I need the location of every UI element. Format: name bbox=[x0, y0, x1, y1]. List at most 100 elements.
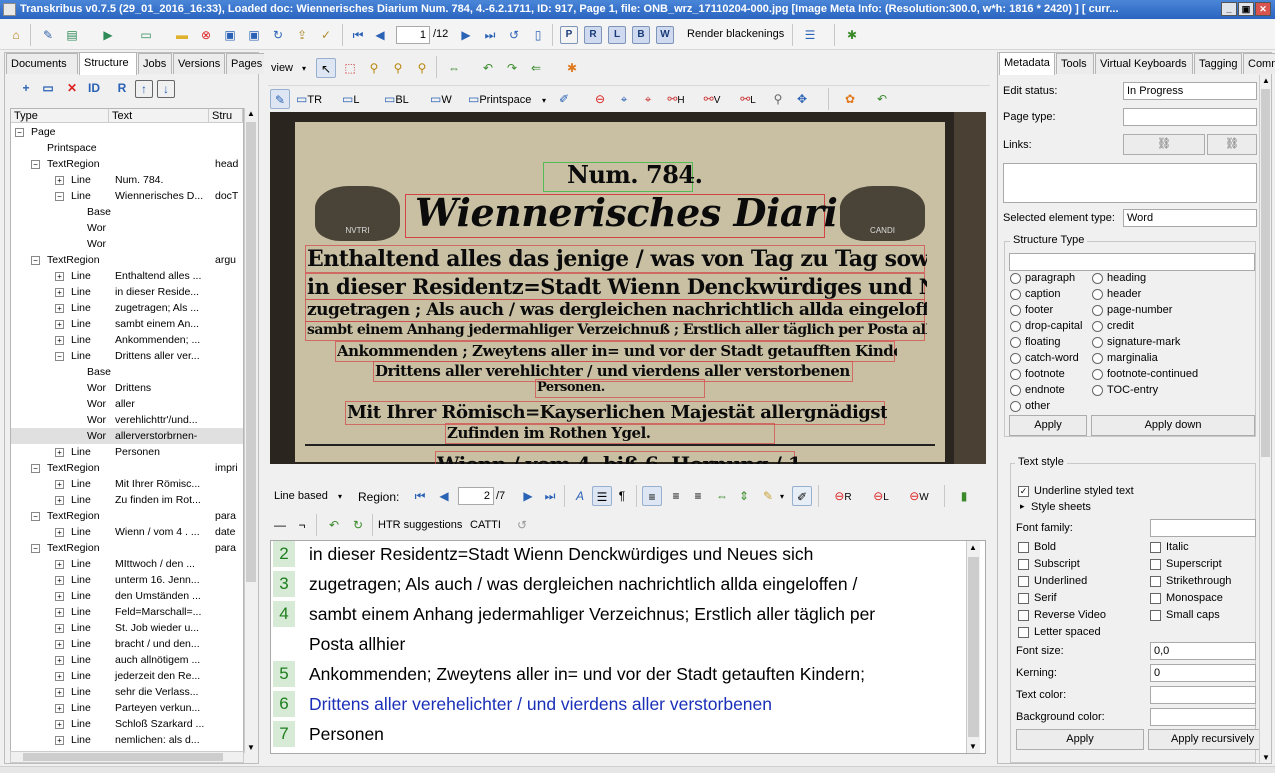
region-number-input[interactable]: 2 bbox=[458, 487, 494, 505]
radio-catch-word[interactable] bbox=[1010, 353, 1021, 364]
export-icon[interactable]: ▭ bbox=[136, 25, 156, 45]
segmentation-mode-select[interactable]: Line based bbox=[274, 490, 328, 502]
right-scroll-up-icon[interactable]: ▲ bbox=[1262, 76, 1270, 85]
pilcrow-icon[interactable]: ¶ bbox=[612, 486, 632, 506]
split-h-button[interactable]: ⚯H bbox=[662, 89, 690, 109]
strikethrough-checkbox[interactable] bbox=[1150, 576, 1161, 587]
align-center-icon[interactable]: ≡ bbox=[666, 486, 686, 506]
fit-page-icon[interactable]: ▯ bbox=[528, 25, 548, 45]
expand-toggle-icon[interactable]: + bbox=[55, 448, 64, 457]
expand-toggle-icon[interactable]: + bbox=[55, 480, 64, 489]
radio-other[interactable] bbox=[1010, 401, 1021, 412]
small-caps-checkbox[interactable] bbox=[1150, 610, 1161, 621]
bug-icon[interactable]: ✱ bbox=[842, 25, 862, 45]
printspace-dropdown-icon[interactable]: ▾ bbox=[542, 96, 546, 105]
add-baseline-button[interactable]: ▭BL bbox=[382, 89, 422, 109]
tree-row[interactable]: Base bbox=[11, 364, 243, 380]
tree-row[interactable]: Wor Drittens bbox=[11, 380, 243, 396]
radio-heading[interactable] bbox=[1092, 273, 1103, 284]
tab-versions[interactable]: Versions bbox=[173, 53, 225, 74]
delete-word-button[interactable]: ⊖W bbox=[904, 486, 934, 506]
not-sign-icon[interactable]: ¬ bbox=[292, 515, 312, 535]
tree-row[interactable]: − Page bbox=[11, 124, 243, 140]
tree-row[interactable]: Wor verehlichttr'/und... bbox=[11, 412, 243, 428]
delete-region-button[interactable]: ⊖R bbox=[828, 486, 858, 506]
tab-virtual-keyboards[interactable]: Virtual Keyboards bbox=[1095, 53, 1193, 74]
render-w-toggle[interactable]: W bbox=[656, 26, 674, 44]
expand-toggle-icon[interactable]: − bbox=[55, 352, 64, 361]
expand-toggle-icon[interactable]: + bbox=[55, 320, 64, 329]
tree-row[interactable]: − TextRegion argu bbox=[11, 252, 243, 268]
col-text[interactable]: Text bbox=[109, 109, 209, 123]
mode-dropdown-icon[interactable]: ▾ bbox=[338, 492, 342, 501]
close-button[interactable]: ✕ bbox=[1255, 2, 1271, 16]
htr-suggestions-button[interactable]: HTR suggestions bbox=[378, 519, 462, 531]
view-menu[interactable]: view bbox=[268, 58, 320, 78]
italic-checkbox[interactable] bbox=[1150, 542, 1161, 553]
tree-row[interactable]: + Line bracht / und den... bbox=[11, 636, 243, 652]
prev-region-icon[interactable]: ◀ bbox=[434, 486, 454, 506]
render-l-toggle[interactable]: L bbox=[608, 26, 626, 44]
expand-toggle-icon[interactable]: + bbox=[55, 496, 64, 505]
doc-manager-icon[interactable]: ▤ bbox=[62, 25, 82, 45]
tree-row[interactable]: + Line Num. 784. bbox=[11, 172, 243, 188]
tree-row[interactable]: + Line Enthaltend alles ... bbox=[11, 268, 243, 284]
editor-line[interactable]: Ankommenden; Zweytens aller in= und vor … bbox=[309, 661, 865, 687]
expand-toggle-icon[interactable]: + bbox=[55, 736, 64, 745]
tree-row[interactable]: + Line den Umständen ... bbox=[11, 588, 243, 604]
tree-row[interactable]: + Line unterm 16. Jenn... bbox=[11, 572, 243, 588]
next-page-icon[interactable]: ▶ bbox=[456, 25, 476, 45]
open-folder-icon[interactable]: ▬ bbox=[172, 25, 192, 45]
redo-text-icon[interactable]: ↻ bbox=[348, 515, 368, 535]
expand-toggle-icon[interactable]: + bbox=[55, 720, 64, 729]
unlink-icon[interactable]: ⛓ bbox=[1207, 134, 1257, 155]
expand-toggle-icon[interactable]: + bbox=[55, 592, 64, 601]
expand-toggle-icon[interactable]: + bbox=[55, 576, 64, 585]
book-icon[interactable]: ▮ bbox=[954, 486, 974, 506]
dash-icon[interactable]: — bbox=[270, 515, 290, 535]
prev-page-icon[interactable]: ◀ bbox=[370, 25, 390, 45]
zoom-icon[interactable]: ⚲ bbox=[364, 58, 384, 78]
select-tool-icon[interactable]: ↖ bbox=[316, 58, 336, 78]
image-viewer[interactable]: Num. 784. Wiennerisches Diarium, NVTRI C… bbox=[270, 112, 986, 464]
apply-structure-button[interactable]: Apply bbox=[1009, 415, 1087, 436]
tree-row[interactable]: − TextRegion para bbox=[11, 540, 243, 556]
style-sheets-label[interactable]: Style sheets bbox=[1031, 501, 1091, 513]
tree-row[interactable]: + Line nemlichen: als d... bbox=[11, 732, 243, 748]
reload-icon[interactable]: ↻ bbox=[268, 25, 288, 45]
expand-toggle-icon[interactable]: + bbox=[55, 176, 64, 185]
letter-spaced-checkbox[interactable] bbox=[1018, 627, 1029, 638]
radio-marginalia[interactable] bbox=[1092, 353, 1103, 364]
tab-jobs[interactable]: Jobs bbox=[138, 53, 172, 74]
tree-row[interactable]: + Line Mit Ihrer Römisc... bbox=[11, 476, 243, 492]
check-icon[interactable]: ✓ bbox=[316, 25, 336, 45]
tree-row[interactable]: Wor aller bbox=[11, 396, 243, 412]
tree-hscrollbar[interactable] bbox=[10, 751, 244, 763]
expand-toggle-icon[interactable]: − bbox=[15, 128, 24, 137]
add-printspace-button[interactable]: ▭Printspace bbox=[466, 89, 546, 109]
tree-row[interactable]: + Line auch allnötigem ... bbox=[11, 652, 243, 668]
tree-row[interactable]: Base bbox=[11, 204, 243, 220]
merge-icon[interactable]: ⌖ bbox=[614, 89, 634, 109]
delete-icon[interactable]: ✕ bbox=[63, 80, 81, 98]
move-up-icon[interactable]: ↑ bbox=[135, 80, 153, 98]
render-b-toggle[interactable]: B bbox=[632, 26, 650, 44]
expand-toggle-icon[interactable]: − bbox=[31, 512, 40, 521]
collapse-icon[interactable]: ▭ bbox=[39, 80, 57, 98]
render-blackenings-label[interactable]: Render blackenings bbox=[687, 28, 784, 40]
expand-v-icon[interactable]: ⇕ bbox=[734, 486, 754, 506]
translate-icon[interactable]: ⇐ bbox=[526, 58, 546, 78]
settings-icon[interactable]: ✱ bbox=[562, 58, 582, 78]
font-size-input[interactable]: 0,0 bbox=[1150, 642, 1256, 660]
radio-header[interactable] bbox=[1092, 289, 1103, 300]
tree-row[interactable]: + Line zugetragen; Als ... bbox=[11, 300, 243, 316]
expand-toggle-icon[interactable]: + bbox=[55, 336, 64, 345]
upload-icon[interactable]: ⇪ bbox=[292, 25, 312, 45]
radio-caption[interactable] bbox=[1010, 289, 1021, 300]
catti-button[interactable]: CATTI bbox=[470, 519, 501, 531]
tree-scrollbar[interactable]: ▲ ▼ bbox=[244, 108, 257, 753]
undo-text-icon[interactable]: ↶ bbox=[324, 515, 344, 535]
reading-order-icon[interactable]: R bbox=[113, 80, 131, 98]
underline-styled-checkbox[interactable]: ✓ bbox=[1018, 486, 1029, 497]
last-page-icon[interactable]: ⏭ bbox=[480, 25, 500, 45]
